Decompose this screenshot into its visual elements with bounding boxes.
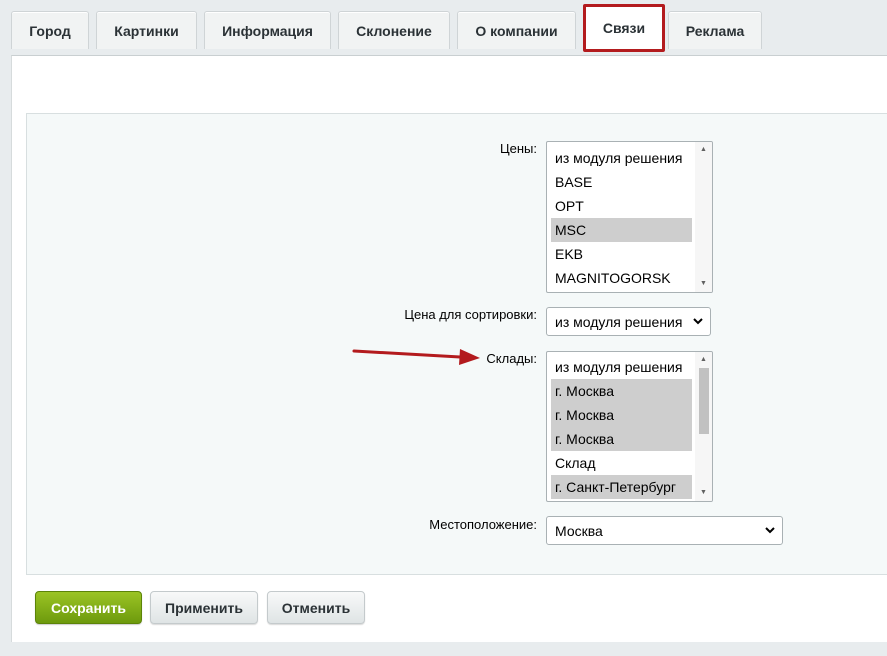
warehouse-option-selected[interactable]: г. Москва bbox=[551, 403, 692, 427]
scrollbar-thumb[interactable] bbox=[699, 368, 709, 434]
tab-bar: Город Картинки Информация Склонение О ко… bbox=[0, 0, 887, 58]
scroll-up-icon[interactable]: ▲ bbox=[695, 143, 712, 157]
prices-scrollbar[interactable]: ▲ ▼ bbox=[695, 142, 712, 292]
prices-label: Цены: bbox=[500, 141, 537, 156]
red-arrow-icon bbox=[352, 349, 480, 365]
scroll-up-icon[interactable]: ▲ bbox=[695, 353, 712, 367]
chevron-down-icon bbox=[693, 318, 703, 325]
sort-price-select[interactable]: из модуля решения bbox=[546, 307, 711, 336]
tab-city[interactable]: Город bbox=[11, 11, 89, 49]
warehouses-scrollbar[interactable]: ▲ ▼ bbox=[695, 352, 712, 501]
warehouse-option-selected[interactable]: г. Москва bbox=[551, 379, 692, 403]
tab-advertising[interactable]: Реклама bbox=[668, 11, 762, 49]
scroll-down-icon[interactable]: ▼ bbox=[695, 277, 712, 291]
tab-about-company[interactable]: О компании bbox=[457, 11, 576, 49]
tab-images[interactable]: Картинки bbox=[96, 11, 197, 49]
prices-listbox[interactable]: из модуля решения BASE OPT MSC EKB MAGNI… bbox=[546, 141, 713, 293]
prices-option[interactable]: из модуля решения bbox=[551, 146, 692, 170]
warehouse-option[interactable]: из модуля решения bbox=[551, 355, 692, 379]
prices-option-selected[interactable]: MSC bbox=[551, 218, 692, 242]
sort-price-value: из модуля решения bbox=[555, 313, 683, 330]
tab-links[interactable]: Связи bbox=[583, 4, 665, 52]
cancel-button[interactable]: Отменить bbox=[267, 591, 365, 624]
tab-information[interactable]: Информация bbox=[204, 11, 331, 49]
location-select[interactable]: Москва bbox=[546, 516, 783, 545]
warehouse-option-selected[interactable]: г. Санкт-Петербург bbox=[551, 475, 692, 499]
prices-option[interactable]: MAGNITOGORSK bbox=[551, 266, 692, 290]
save-button[interactable]: Сохранить bbox=[35, 591, 142, 624]
scroll-down-icon[interactable]: ▼ bbox=[695, 486, 712, 500]
location-label: Местоположение: bbox=[429, 517, 537, 532]
sort-price-label: Цена для сортировки: bbox=[404, 307, 537, 322]
warehouses-listbox[interactable]: из модуля решения г. Москва г. Москва г.… bbox=[546, 351, 713, 502]
prices-option[interactable]: BASE bbox=[551, 170, 692, 194]
tab-declension[interactable]: Склонение bbox=[338, 11, 450, 49]
prices-option[interactable]: EKB bbox=[551, 242, 692, 266]
location-value: Москва bbox=[555, 522, 603, 539]
warehouse-option-selected[interactable]: г. Москва bbox=[551, 427, 692, 451]
warehouse-option[interactable]: Склад bbox=[551, 451, 692, 475]
prices-option[interactable]: OPT bbox=[551, 194, 692, 218]
apply-button[interactable]: Применить bbox=[150, 591, 258, 624]
chevron-down-icon bbox=[765, 527, 775, 534]
